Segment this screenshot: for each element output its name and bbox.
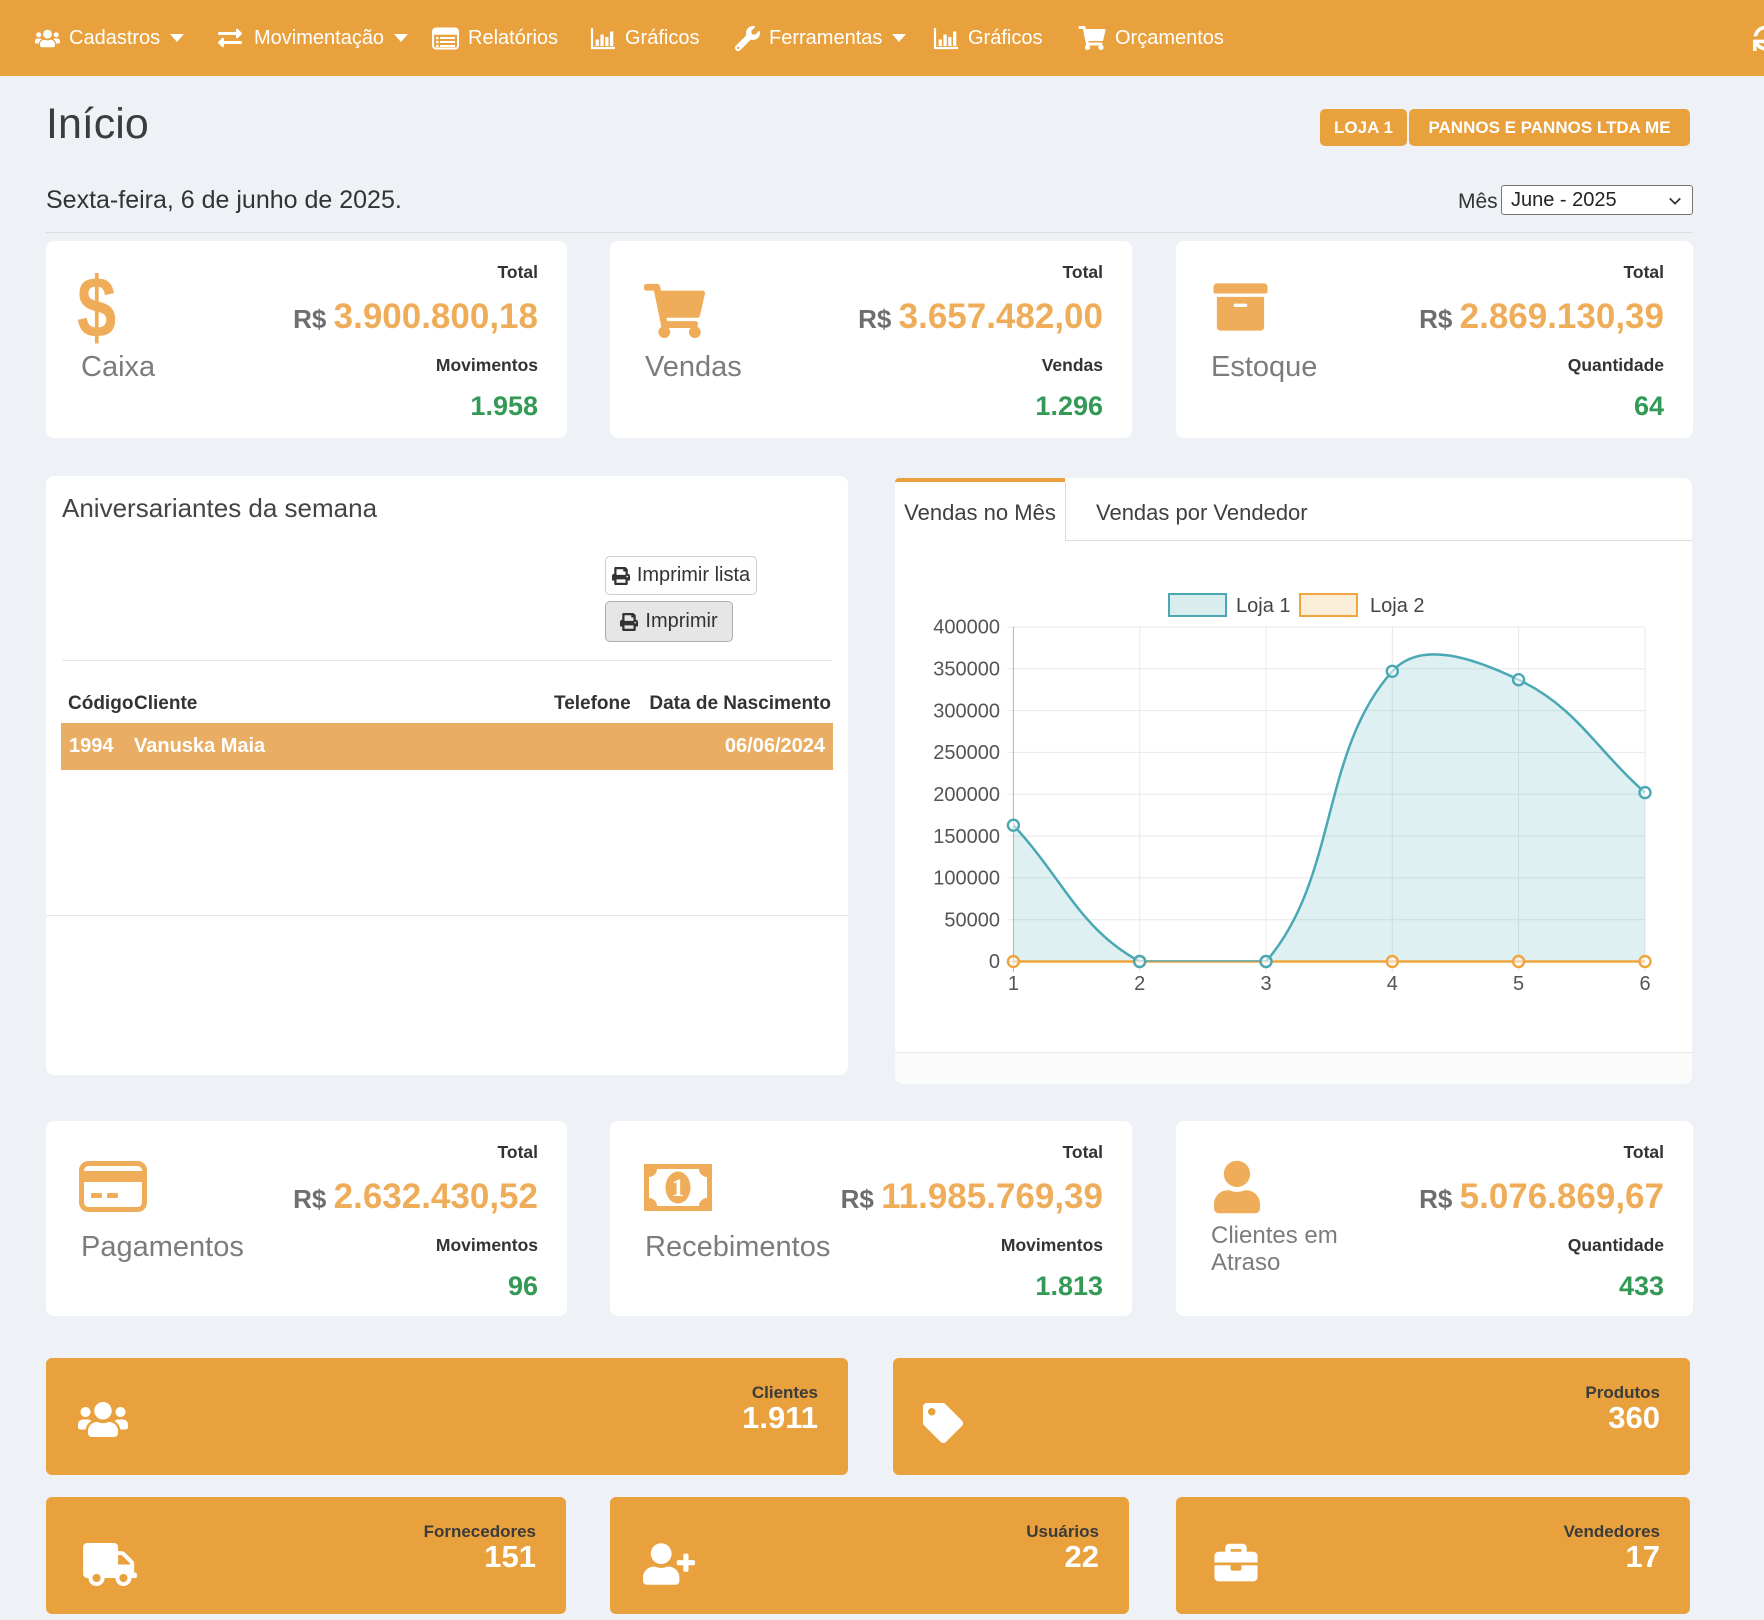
svg-text:Loja 2: Loja 2 [1370,595,1425,617]
svg-text:5: 5 [1513,973,1524,995]
svg-text:1: 1 [672,1175,685,1202]
svg-text:150000: 150000 [933,826,1000,848]
svg-text:300000: 300000 [933,700,1000,722]
svg-text:200000: 200000 [933,784,1000,806]
svg-text:50000: 50000 [944,909,1000,931]
svg-text:4: 4 [1387,973,1398,995]
svg-text:400000: 400000 [933,617,1000,639]
svg-text:6: 6 [1639,973,1650,995]
svg-text:2: 2 [1134,973,1145,995]
svg-text:100000: 100000 [933,868,1000,890]
svg-text:1: 1 [1008,973,1019,995]
svg-text:0: 0 [989,951,1000,973]
svg-text:Loja 1: Loja 1 [1236,595,1291,617]
svg-text:250000: 250000 [933,742,1000,764]
svg-text:3: 3 [1260,973,1271,995]
svg-text:350000: 350000 [933,659,1000,681]
